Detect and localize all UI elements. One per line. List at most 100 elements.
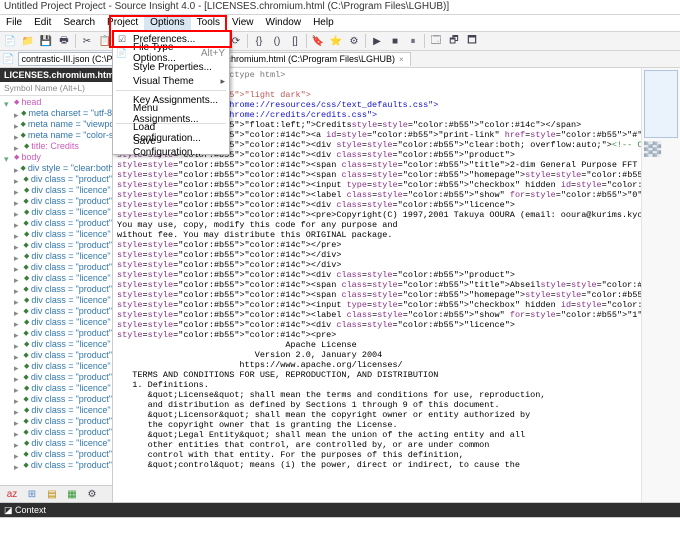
view-list-icon[interactable]: ▤	[44, 486, 60, 502]
expand-icon[interactable]: ▸	[14, 165, 19, 173]
menu-item-file-type-options[interactable]: 📄File Type Options...Alt+Y	[113, 46, 229, 60]
toolbar-button[interactable]: 🖶	[56, 33, 72, 49]
tree-node[interactable]: ▸◆div class = "product"	[0, 240, 112, 251]
expand-icon[interactable]: ▸	[14, 374, 21, 382]
tree-node[interactable]: ▸◆div class = "product"	[0, 350, 112, 361]
tree-node[interactable]: ▸◆div class = "product"	[0, 262, 112, 273]
toolbar-button[interactable]: ■	[387, 33, 403, 49]
tree-node[interactable]: ▾◆head	[0, 97, 112, 108]
expand-icon[interactable]: ▸	[14, 198, 21, 206]
expand-icon[interactable]: ▸	[14, 341, 22, 349]
tree-node[interactable]: ▸◆div class = "licence"	[0, 207, 112, 218]
expand-icon[interactable]: ▸	[14, 396, 21, 404]
symbol-tree[interactable]: ▾◆head▸◆meta charset = "utf-8▸◆meta name…	[0, 96, 112, 485]
toolbar-button[interactable]: 🗖	[464, 33, 480, 49]
menu-file[interactable]: File	[0, 15, 28, 31]
toolbar-button[interactable]: ⟳	[228, 33, 244, 49]
tree-node[interactable]: ▸◆meta name = "viewport" cont	[0, 119, 112, 130]
expand-icon[interactable]: ▸	[14, 297, 22, 305]
expand-icon[interactable]: ▸	[14, 110, 19, 118]
expand-icon[interactable]: ▸	[14, 187, 22, 195]
tree-node[interactable]: ▸◆div class = "product"	[0, 174, 112, 185]
tree-node[interactable]: ▸◆div class = "product"	[0, 218, 112, 229]
toolbar-button[interactable]: 🔖	[310, 33, 326, 49]
expand-icon[interactable]: ▸	[14, 451, 21, 459]
toolbar-button[interactable]: 🗗	[446, 33, 462, 49]
minimap-viewport[interactable]	[644, 70, 678, 138]
tree-node[interactable]: ▸◆div class = "licence"	[0, 405, 112, 416]
tree-node[interactable]: ▸◆div class = "product"	[0, 449, 112, 460]
expand-icon[interactable]: ▸	[14, 330, 21, 338]
tree-node[interactable]: ▸◆div class = "licence"	[0, 295, 112, 306]
tree-node[interactable]: ▸◆div class = "licence"	[0, 438, 112, 449]
expand-icon[interactable]: ▸	[14, 231, 22, 239]
menu-project[interactable]: Project	[101, 15, 144, 31]
expand-icon[interactable]: ▸	[14, 418, 21, 426]
expand-icon[interactable]: ▸	[14, 440, 22, 448]
menu-view[interactable]: View	[226, 15, 260, 31]
toolbar-button[interactable]: 🗔	[428, 33, 444, 49]
expand-icon[interactable]: ▸	[14, 319, 22, 327]
tree-node[interactable]: ▸◆div class = "product"	[0, 394, 112, 405]
expand-icon[interactable]: ▸	[14, 275, 22, 283]
tree-node[interactable]: ▸◆div class = "licence"	[0, 251, 112, 262]
toolbar-button[interactable]: ⚙	[346, 33, 362, 49]
toolbar-button[interactable]: 📋	[97, 33, 113, 49]
expand-icon[interactable]: ▸	[14, 253, 22, 261]
tree-node[interactable]: ▸◆div class = "licence"	[0, 361, 112, 372]
tree-node[interactable]: ▸◆div class = "product"	[0, 328, 112, 339]
expand-icon[interactable]: ▸	[14, 407, 22, 415]
expand-icon[interactable]: ▸	[14, 429, 21, 437]
menu-item-save-configuration[interactable]: Save Configuration...	[113, 140, 229, 154]
symbol-filter-input[interactable]: Symbol Name (Alt+L)	[0, 82, 112, 96]
tree-node[interactable]: ▸◆div class = "product"	[0, 416, 112, 427]
tree-node[interactable]: ▸◆div class = "product"	[0, 460, 112, 471]
tree-node[interactable]: ▸◆div class = "licence"	[0, 383, 112, 394]
tree-node[interactable]: ▸◆div class = "product"	[0, 427, 112, 438]
tree-node[interactable]: ▸◆div style = "clear:both;overfl	[0, 163, 112, 174]
minimap[interactable]: █▓▒░█▓▒░░▒▓█░▒▓██▓▒░█▓▒░░▒▓█░▒▓██▓▒░█▓▒░	[641, 68, 680, 502]
view-abc-icon[interactable]: az	[4, 486, 20, 502]
tree-node[interactable]: ▸◆div class = "product"	[0, 306, 112, 317]
toolbar-button[interactable]: ▶	[369, 33, 385, 49]
tree-node[interactable]: ▸◆div class = "product"	[0, 196, 112, 207]
tree-node[interactable]: ▸◆meta name = "color-scheme	[0, 130, 112, 141]
toolbar-button[interactable]: 📄	[2, 33, 18, 49]
tree-node[interactable]: ▸◆div class = "licence"	[0, 273, 112, 284]
toolbar-button[interactable]: {}	[251, 33, 267, 49]
view-tree-icon[interactable]: ⊞	[24, 486, 40, 502]
toolbar-button[interactable]: ⭐	[328, 33, 344, 49]
menu-help[interactable]: Help	[307, 15, 340, 31]
expand-icon[interactable]: ▸	[14, 352, 21, 360]
close-icon[interactable]: ×	[399, 53, 404, 66]
toolbar-button[interactable]: ⏸	[405, 33, 421, 49]
toolbar-button[interactable]: ✂	[79, 33, 95, 49]
expand-icon[interactable]: ▸	[14, 209, 22, 217]
view-layers-icon[interactable]: ▦	[64, 486, 80, 502]
expand-icon[interactable]: ▸	[14, 308, 21, 316]
menu-window[interactable]: Window	[260, 15, 308, 31]
menu-search[interactable]: Search	[57, 15, 101, 31]
menu-edit[interactable]: Edit	[28, 15, 57, 31]
toolbar-button[interactable]: ()	[269, 33, 285, 49]
tree-node[interactable]: ▸◆div class = "licence"	[0, 229, 112, 240]
tree-node[interactable]: ▸◆div class = "product"	[0, 372, 112, 383]
expand-icon[interactable]: ▸	[14, 220, 21, 228]
tree-node[interactable]: ▸◆div class = "licence"	[0, 339, 112, 350]
collapse-icon[interactable]: ▾	[4, 154, 12, 162]
menu-options[interactable]: Options	[144, 15, 190, 31]
menu-tools[interactable]: Tools	[191, 15, 226, 31]
expand-icon[interactable]: ▸	[14, 143, 22, 151]
expand-icon[interactable]: ▸	[14, 385, 22, 393]
toolbar-button[interactable]: 💾	[38, 33, 54, 49]
view-settings-icon[interactable]: ⚙	[84, 486, 100, 502]
menu-item-menu-assignments[interactable]: Menu Assignments...	[113, 107, 229, 121]
expand-icon[interactable]: ▸	[14, 121, 19, 129]
toolbar-button[interactable]: []	[287, 33, 303, 49]
expand-icon[interactable]: ▸	[14, 176, 21, 184]
tree-node[interactable]: ▾◆body	[0, 152, 112, 163]
tree-node[interactable]: ▸◆div class = "product"	[0, 284, 112, 295]
tree-node[interactable]: ▸◆div class = "licence"	[0, 185, 112, 196]
menu-item-visual-theme[interactable]: Visual Theme	[113, 74, 229, 88]
menu-item-style-properties[interactable]: Style Properties...	[113, 60, 229, 74]
